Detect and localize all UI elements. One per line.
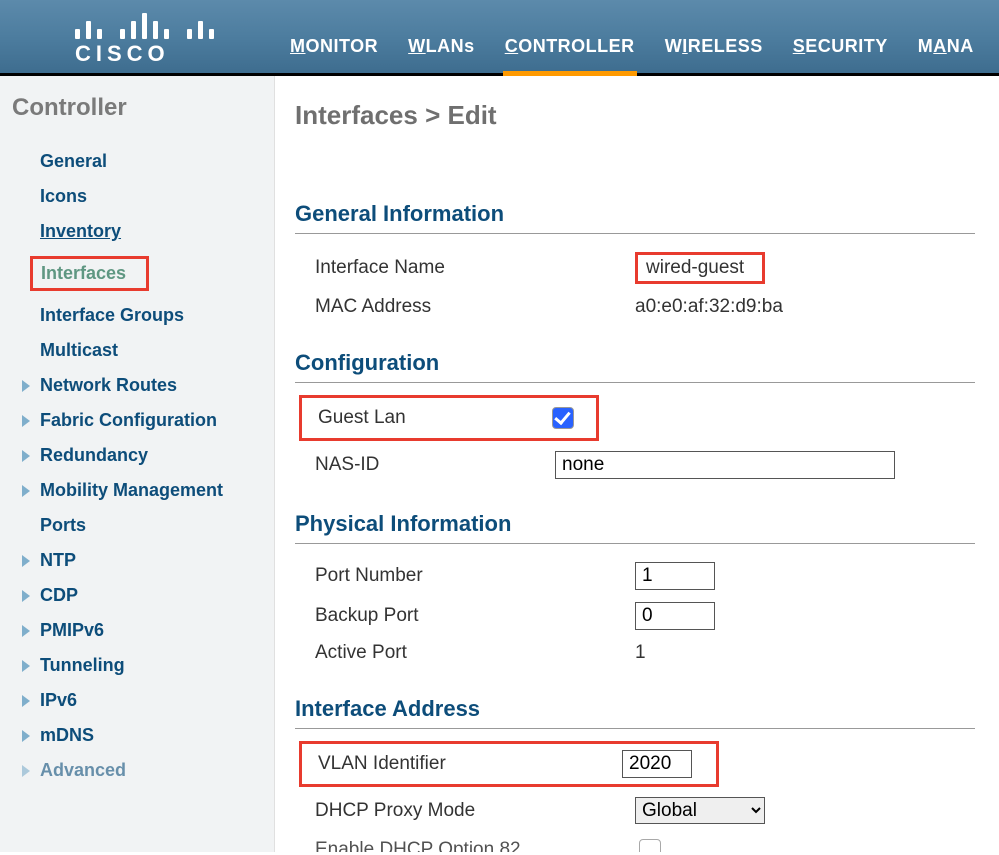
- input-nas-id[interactable]: [555, 451, 895, 479]
- label-dhcp-proxy-mode: DHCP Proxy Mode: [315, 800, 635, 822]
- sidebar-item-pmipv6[interactable]: PMIPv6: [10, 613, 274, 648]
- cisco-logo-text: CISCO: [75, 41, 214, 67]
- sidebar-item-network-routes[interactable]: Network Routes: [10, 368, 274, 403]
- row-mac-address: MAC Address a0:e0:af:32:d9:ba: [295, 290, 999, 324]
- value-interface-name: wired-guest: [635, 252, 765, 284]
- row-active-port: Active Port 1: [295, 636, 999, 670]
- sidebar-item-label: CDP: [40, 585, 78, 605]
- section-divider: [295, 728, 975, 729]
- row-vlan-identifier: VLAN Identifier: [299, 741, 719, 787]
- label-guest-lan: Guest Lan: [318, 407, 548, 429]
- sidebar-item-icons[interactable]: Icons: [10, 179, 274, 214]
- row-nas-id: NAS-ID: [295, 445, 999, 485]
- sidebar-item-label: Advanced: [40, 760, 126, 780]
- section-title-physical: Physical Information: [295, 511, 999, 537]
- select-dhcp-proxy-mode[interactable]: Global: [635, 797, 765, 824]
- section-divider: [295, 233, 975, 234]
- sidebar-item-ipv6[interactable]: IPv6: [10, 683, 274, 718]
- label-backup-port: Backup Port: [315, 605, 635, 627]
- section-title-general: General Information: [295, 201, 999, 227]
- sidebar-title: Controller: [12, 94, 274, 122]
- cisco-logo-bars-icon: [75, 13, 214, 39]
- sidebar-item-tunneling[interactable]: Tunneling: [10, 648, 274, 683]
- checkbox-guest-lan[interactable]: [552, 407, 574, 429]
- sidebar-item-label: Mobility Management: [40, 480, 223, 500]
- sidebar-item-label: Interfaces: [30, 256, 149, 291]
- sidebar-item-mobility-management[interactable]: Mobility Management: [10, 473, 274, 508]
- value-active-port: 1: [635, 642, 646, 664]
- input-port-number[interactable]: [635, 562, 715, 590]
- input-backup-port[interactable]: [635, 602, 715, 630]
- label-dhcp-option-82: Enable DHCP Option 82: [315, 839, 635, 852]
- nav-security[interactable]: SECURITY: [793, 36, 888, 63]
- nav-controller[interactable]: CONTROLLER: [505, 36, 635, 63]
- row-backup-port: Backup Port: [295, 596, 999, 636]
- sidebar: Controller General Icons Inventory Inter…: [0, 76, 275, 852]
- sidebar-item-interface-groups[interactable]: Interface Groups: [10, 298, 274, 333]
- section-divider: [295, 543, 975, 544]
- cisco-logo: CISCO: [75, 13, 214, 67]
- row-dhcp-option-82: Enable DHCP Option 82: [295, 830, 999, 852]
- sidebar-item-multicast[interactable]: Multicast: [10, 333, 274, 368]
- app-header: CISCO MONITOR WLANs CONTROLLER WIRELESS …: [0, 0, 999, 76]
- sidebar-item-label: NTP: [40, 550, 76, 570]
- sidebar-item-label: Redundancy: [40, 445, 148, 465]
- sidebar-item-label: Multicast: [40, 340, 118, 360]
- row-guest-lan: Guest Lan: [299, 395, 599, 441]
- main-content: Interfaces > Edit General Information In…: [275, 76, 999, 852]
- sidebar-item-label: Fabric Configuration: [40, 410, 217, 430]
- section-title-interface-address: Interface Address: [295, 696, 999, 722]
- sidebar-item-mdns[interactable]: mDNS: [10, 718, 274, 753]
- page-title: Interfaces > Edit: [295, 100, 999, 131]
- sidebar-item-label: Tunneling: [40, 655, 125, 675]
- nav-monitor[interactable]: MONITOR: [290, 36, 378, 63]
- label-vlan-identifier: VLAN Identifier: [318, 753, 622, 775]
- value-mac-address: a0:e0:af:32:d9:ba: [635, 296, 783, 318]
- input-vlan-identifier[interactable]: [622, 750, 692, 778]
- nav-wlans[interactable]: WLANs: [408, 36, 475, 63]
- sidebar-item-label: IPv6: [40, 690, 77, 710]
- row-dhcp-proxy-mode: DHCP Proxy Mode Global: [295, 791, 999, 830]
- sidebar-item-label: Interface Groups: [40, 305, 184, 325]
- label-port-number: Port Number: [315, 565, 635, 587]
- sidebar-item-label: General: [40, 151, 107, 171]
- sidebar-item-label: mDNS: [40, 725, 94, 745]
- label-active-port: Active Port: [315, 642, 635, 664]
- sidebar-item-advanced[interactable]: Advanced: [10, 753, 274, 788]
- sidebar-item-fabric-configuration[interactable]: Fabric Configuration: [10, 403, 274, 438]
- label-mac-address: MAC Address: [315, 296, 635, 318]
- sidebar-item-label: Ports: [40, 515, 86, 535]
- section-title-configuration: Configuration: [295, 350, 999, 376]
- sidebar-item-ntp[interactable]: NTP: [10, 543, 274, 578]
- top-nav: MONITOR WLANs CONTROLLER WIRELESS SECURI…: [290, 36, 974, 63]
- sidebar-item-label: Network Routes: [40, 375, 177, 395]
- sidebar-item-cdp[interactable]: CDP: [10, 578, 274, 613]
- sidebar-item-general[interactable]: General: [10, 144, 274, 179]
- nav-wireless[interactable]: WIRELESS: [665, 36, 763, 63]
- nav-management[interactable]: MANA: [918, 36, 974, 63]
- row-port-number: Port Number: [295, 556, 999, 596]
- sidebar-item-interfaces[interactable]: Interfaces: [10, 249, 274, 298]
- checkbox-dhcp-option-82[interactable]: [639, 839, 661, 852]
- sidebar-item-inventory[interactable]: Inventory: [10, 214, 274, 249]
- section-divider: [295, 382, 975, 383]
- sidebar-item-ports[interactable]: Ports: [10, 508, 274, 543]
- label-nas-id: NAS-ID: [315, 454, 555, 476]
- sidebar-item-redundancy[interactable]: Redundancy: [10, 438, 274, 473]
- label-interface-name: Interface Name: [315, 257, 635, 279]
- sidebar-item-label: Inventory: [40, 221, 121, 241]
- sidebar-item-label: Icons: [40, 186, 87, 206]
- row-interface-name: Interface Name wired-guest: [295, 246, 999, 290]
- sidebar-item-label: PMIPv6: [40, 620, 104, 640]
